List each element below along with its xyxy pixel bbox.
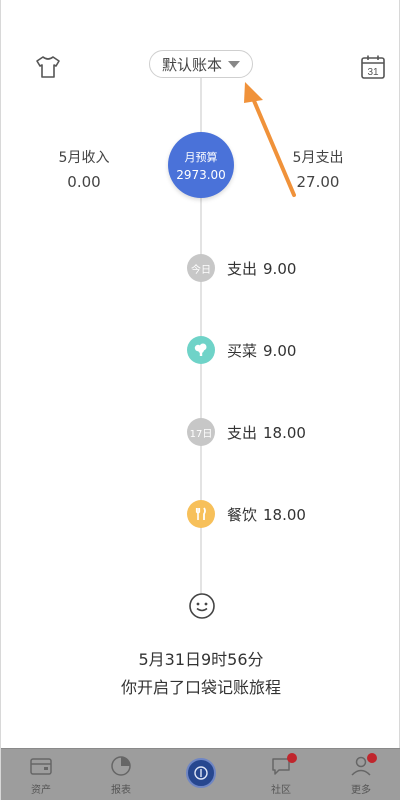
calendar-icon[interactable]: 31 <box>355 49 391 85</box>
tshirt-icon[interactable] <box>31 50 65 84</box>
entry-category: 买菜 <box>227 341 258 360</box>
date-badge: 今日 <box>187 254 215 282</box>
nav-more[interactable]: 更多 <box>321 749 400 800</box>
journey-start-date: 5月31日9时56分 <box>138 650 264 669</box>
entry-amount: 9.00 <box>263 259 297 278</box>
budget-circle[interactable]: 月预算 2973.00 <box>168 132 234 198</box>
entry-amount: 9.00 <box>263 341 297 360</box>
entry-category: 支出 <box>227 423 258 442</box>
nav-reports[interactable]: 报表 <box>81 749 161 800</box>
nav-label: 社区 <box>271 785 291 796</box>
nav-label: 资产 <box>31 785 51 796</box>
income-value: 0.00 <box>67 173 101 191</box>
month-income[interactable]: 5月收入 0.00 <box>29 147 139 191</box>
month-expense[interactable]: 5月支出 27.00 <box>263 147 373 191</box>
nav-assets[interactable]: 资产 <box>1 749 81 800</box>
bottom-navigation: 资产 报表 社区 更多 <box>1 748 400 800</box>
budget-value: 2973.00 <box>176 167 226 182</box>
vegetable-icon <box>187 336 215 364</box>
entry-amount: 18.00 <box>263 423 306 442</box>
journey-start-message: 你开启了口袋记账旅程 <box>120 678 281 697</box>
account-book-name: 默认账本 <box>161 55 222 74</box>
nav-community[interactable]: 社区 <box>241 749 321 800</box>
nav-label: 更多 <box>351 785 371 796</box>
entry-amount: 18.00 <box>263 505 306 524</box>
caret-down-icon <box>228 60 240 68</box>
calendar-day: 31 <box>367 67 379 78</box>
notification-badge <box>287 753 297 763</box>
pie-chart-icon <box>108 753 134 779</box>
entry-category: 支出 <box>227 259 258 278</box>
app-screen: 默认账本 31 5月收入 0.00 月预算 2973.00 5月支出 27.00… <box>0 0 400 800</box>
nav-add-record[interactable] <box>161 749 241 800</box>
income-label: 5月收入 <box>58 150 110 166</box>
timeline-entry[interactable]: 17日 支出 18.00 <box>187 418 306 446</box>
entry-category: 餐饮 <box>227 505 258 524</box>
nav-label: 报表 <box>111 785 131 796</box>
smiley-icon <box>188 592 216 620</box>
expense-label: 5月支出 <box>292 150 344 166</box>
timeline-entry[interactable]: 买菜 9.00 <box>187 336 296 364</box>
budget-label: 月预算 <box>184 150 218 164</box>
add-record-icon <box>186 758 216 788</box>
timeline-entry[interactable]: 餐饮 18.00 <box>187 500 306 528</box>
expense-value: 27.00 <box>296 173 340 191</box>
date-badge: 17日 <box>187 418 215 446</box>
fork-knife-icon <box>187 500 215 528</box>
wallet-icon <box>28 753 54 779</box>
account-book-selector[interactable]: 默认账本 <box>149 50 253 78</box>
notification-badge <box>367 753 377 763</box>
timeline-entry[interactable]: 今日 支出 9.00 <box>187 254 296 282</box>
